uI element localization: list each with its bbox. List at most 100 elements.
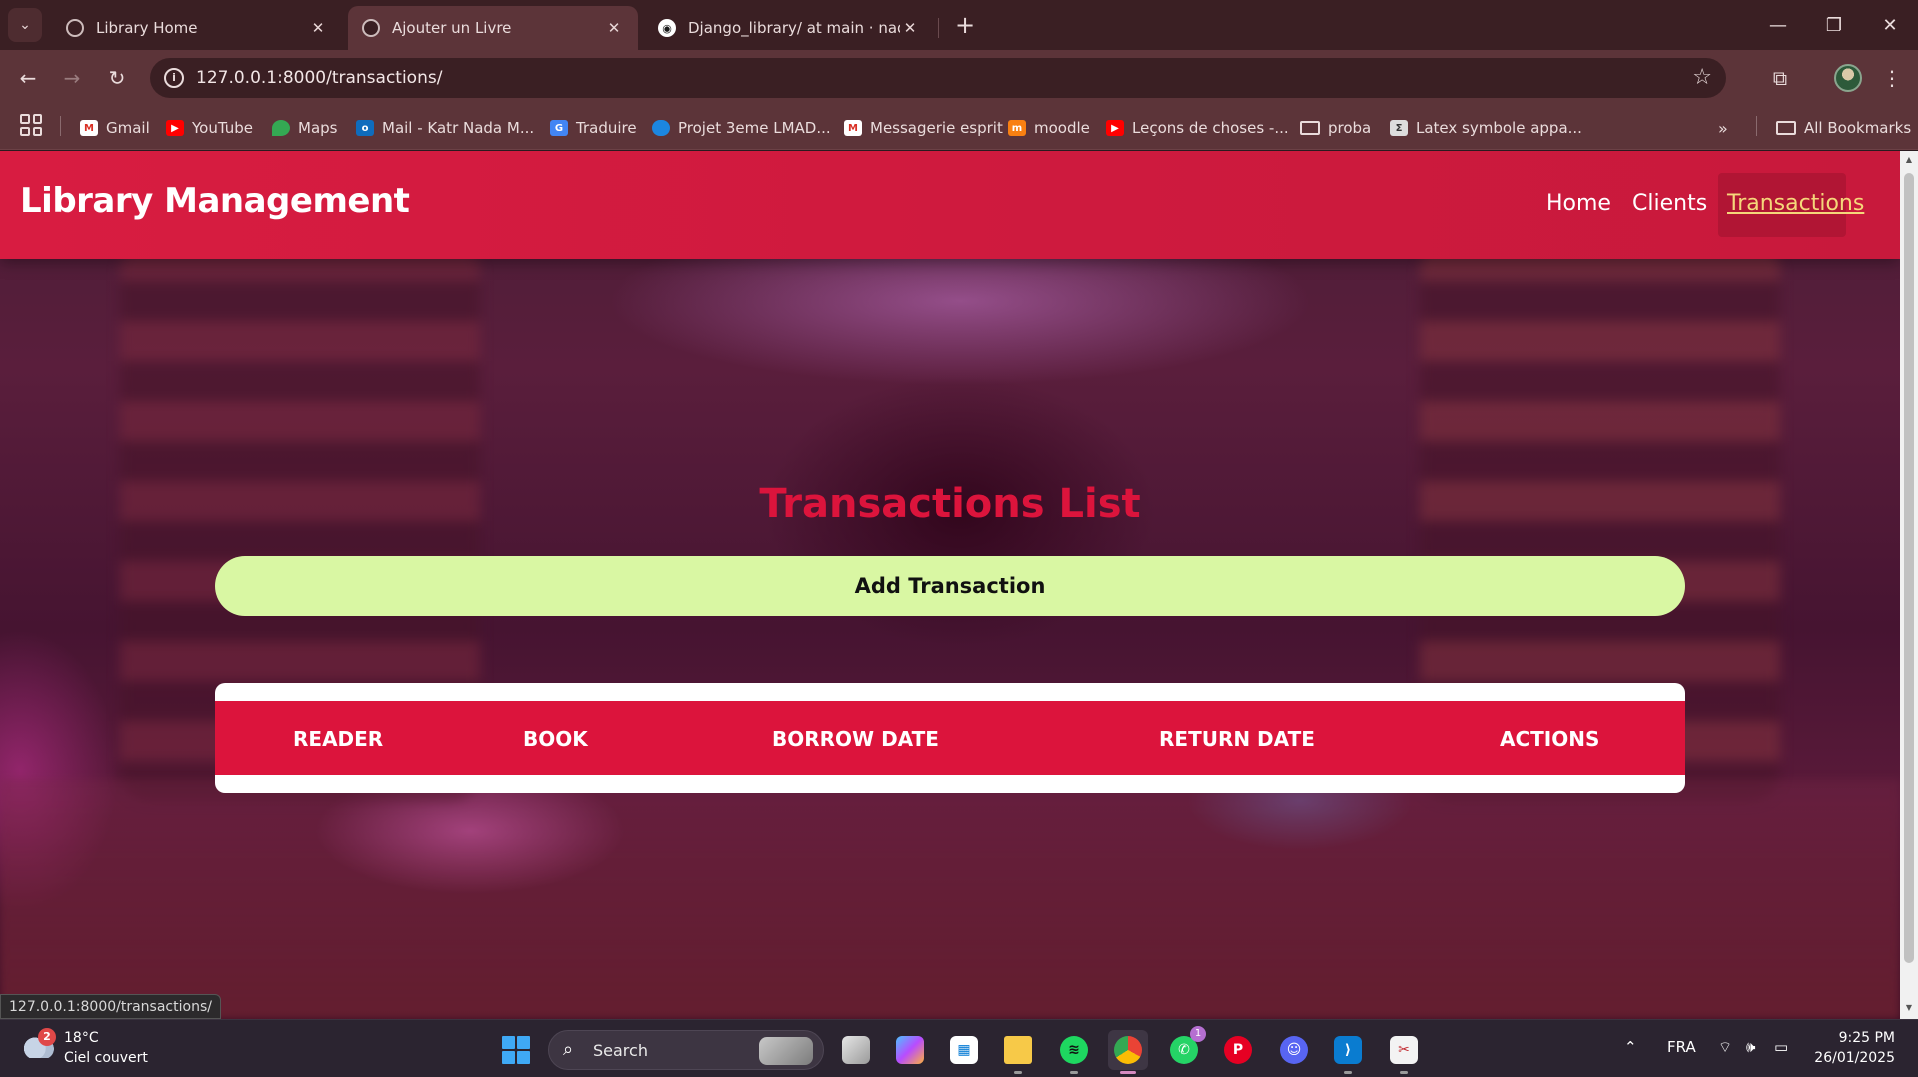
more-bookmarks-icon[interactable]: » (1718, 116, 1728, 140)
column-header-reader: READER (293, 727, 384, 751)
close-tab-icon[interactable]: ✕ (604, 19, 624, 37)
nav-clients-link[interactable]: Clients (1632, 191, 1707, 216)
weather-temperature[interactable]: 18°C (64, 1030, 99, 1046)
clock-date[interactable]: 26/01/2025 (1805, 1050, 1895, 1066)
vscode-app[interactable]: ⟩ (1328, 1030, 1368, 1074)
column-header-actions: ACTIONS (1500, 727, 1600, 751)
nav-home-link[interactable]: Home (1546, 191, 1611, 216)
nav-transactions-link[interactable]: Transactions (1727, 191, 1864, 216)
address-bar[interactable]: i 127.0.0.1:8000/transactions/ ☆ (150, 58, 1726, 98)
more-menu-icon[interactable]: ⋮ (1876, 62, 1908, 94)
weather-description[interactable]: Ciel couvert (64, 1050, 148, 1066)
gmail-icon: M (80, 120, 98, 136)
whatsapp-app[interactable]: ✆ 1 (1164, 1026, 1206, 1070)
moodle-icon: m (1008, 120, 1026, 136)
task-view-app[interactable] (836, 1030, 876, 1070)
file-explorer-app[interactable] (998, 1030, 1038, 1074)
chrome-icon (1114, 1036, 1142, 1064)
clock-time[interactable]: 9:25 PM (1805, 1030, 1895, 1046)
tab-ajouter-livre[interactable]: Ajouter un Livre ✕ (348, 6, 638, 50)
bookmark-label: Leçons de choses -... (1132, 119, 1289, 137)
windows-start-icon[interactable] (502, 1036, 530, 1064)
bookmark-gmail[interactable]: M Gmail (80, 116, 150, 140)
copilot-app[interactable] (890, 1030, 930, 1070)
address-url[interactable]: 127.0.0.1:8000/transactions/ (196, 68, 442, 88)
minimize-icon[interactable]: — (1750, 0, 1806, 50)
bookmark-outlook[interactable]: o Mail - Katr Nada M... (356, 116, 534, 140)
maps-icon (272, 120, 290, 136)
forward-icon[interactable]: → (56, 62, 88, 94)
add-transaction-button[interactable]: Add Transaction (215, 556, 1685, 616)
vscode-icon: ⟩ (1334, 1036, 1362, 1064)
latex-icon: Σ (1390, 120, 1408, 136)
taskbar-search[interactable]: ⌕ Search (548, 1030, 824, 1070)
copilot-icon (896, 1036, 924, 1064)
bookmark-lecons[interactable]: ▶ Leçons de choses -... (1106, 116, 1289, 140)
whatsapp-badge: 1 (1190, 1026, 1206, 1042)
bookmark-youtube[interactable]: ▶ YouTube (166, 116, 253, 140)
snipping-tool-app[interactable]: ✂ (1384, 1030, 1424, 1074)
site-title[interactable]: Library Management (20, 181, 410, 221)
all-bookmarks-button[interactable]: All Bookmarks (1776, 116, 1911, 140)
globe-icon (362, 19, 380, 37)
bookmark-moodle[interactable]: m moodle (1008, 116, 1090, 140)
transactions-table: READER BOOK BORROW DATE RETURN DATE ACTI… (215, 683, 1685, 793)
new-tab-button[interactable]: + (950, 10, 980, 40)
close-tab-icon[interactable]: ✕ (308, 19, 328, 37)
translate-icon: G (550, 120, 568, 136)
back-icon[interactable]: ← (12, 62, 44, 94)
folder-icon (1776, 121, 1796, 135)
tab-divider (938, 18, 939, 38)
wifi-icon[interactable]: ⌔ (1718, 1038, 1732, 1057)
spotify-icon: ≋ (1060, 1036, 1088, 1064)
bookmark-projet[interactable]: Projet 3eme LMAD... (652, 116, 831, 140)
store-app[interactable]: ▦ (944, 1030, 984, 1070)
close-tab-icon[interactable]: ✕ (900, 19, 920, 37)
discord-app[interactable]: ☺ (1274, 1030, 1314, 1070)
scrollbar-thumb[interactable] (1904, 173, 1914, 963)
scroll-up-icon[interactable]: ▲ (1904, 155, 1914, 164)
tab-search-menu-icon[interactable]: ⌄ (8, 8, 42, 42)
profile-avatar[interactable] (1834, 64, 1862, 92)
apps-grid-icon[interactable] (20, 114, 42, 136)
restore-icon[interactable]: ❐ (1806, 0, 1862, 50)
running-indicator (1070, 1071, 1078, 1074)
site-info-icon[interactable]: i (164, 68, 184, 88)
bookmark-traduire[interactable]: G Traduire (550, 116, 637, 140)
bookmark-label: Mail - Katr Nada M... (382, 119, 535, 137)
running-indicator (1400, 1071, 1408, 1074)
input-language[interactable]: FRA (1667, 1038, 1696, 1056)
pinterest-icon: P (1224, 1036, 1252, 1064)
bookmark-star-icon[interactable]: ☆ (1692, 65, 1712, 90)
bookmark-maps[interactable]: Maps (272, 116, 337, 140)
tab-library-home[interactable]: Library Home ✕ (52, 6, 342, 50)
outlook-icon: o (356, 120, 374, 136)
page-scrollbar[interactable]: ▲ ▼ (1900, 151, 1918, 1019)
running-indicator (1014, 1071, 1022, 1074)
tab-title: Library Home (96, 19, 198, 37)
scroll-down-icon[interactable]: ▼ (1904, 1003, 1914, 1012)
weather-badge: 2 (38, 1028, 56, 1046)
microsoft-store-icon: ▦ (950, 1036, 978, 1064)
snipping-tool-icon: ✂ (1390, 1036, 1418, 1064)
chevron-up-icon[interactable]: ⌃ (1624, 1038, 1637, 1056)
column-header-borrow-date: BORROW DATE (772, 727, 939, 751)
close-window-icon[interactable]: ✕ (1862, 0, 1918, 50)
bookmark-messagerie[interactable]: M Messagerie esprit (844, 116, 1003, 140)
column-header-return-date: RETURN DATE (1159, 727, 1315, 751)
battery-icon[interactable]: ▭ (1774, 1038, 1788, 1056)
task-view-icon (842, 1036, 870, 1064)
pinterest-app[interactable]: P (1218, 1030, 1258, 1070)
youtube-icon: ▶ (1106, 120, 1124, 136)
reload-icon[interactable]: ↻ (101, 62, 133, 94)
bookmark-latex[interactable]: Σ Latex symbole appa... (1390, 116, 1582, 140)
spotify-app[interactable]: ≋ (1054, 1030, 1094, 1074)
tab-github[interactable]: ◉ Django_library/ at main · nadan ✕ (644, 6, 934, 50)
search-icon: ⌕ (563, 1039, 574, 1060)
bookmark-folder-proba[interactable]: proba (1300, 116, 1371, 140)
running-indicator (1344, 1071, 1352, 1074)
chrome-app[interactable] (1108, 1030, 1148, 1074)
extensions-icon[interactable]: ⧉ (1764, 62, 1796, 94)
volume-icon[interactable]: 🕪 (1746, 1038, 1755, 1056)
bookmark-label: Latex symbole appa... (1416, 119, 1582, 137)
